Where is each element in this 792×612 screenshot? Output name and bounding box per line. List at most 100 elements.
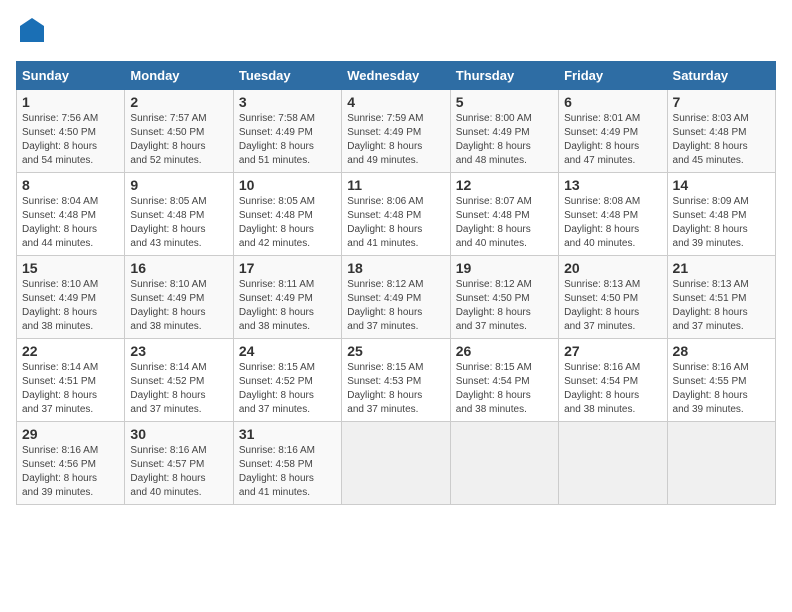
day-number: 5 <box>456 94 553 110</box>
calendar-day-cell: 21 Sunrise: 8:13 AM Sunset: 4:51 PM Dayli… <box>667 256 775 339</box>
day-info: Sunrise: 8:13 AM Sunset: 4:50 PM Dayligh… <box>564 278 661 334</box>
day-number: 20 <box>564 260 661 276</box>
day-number: 2 <box>130 94 227 110</box>
day-info: Sunrise: 8:08 AM Sunset: 4:48 PM Dayligh… <box>564 195 661 251</box>
calendar-day-cell: 30 Sunrise: 8:16 AM Sunset: 4:57 PM Dayli… <box>125 422 233 505</box>
day-info: Sunrise: 8:05 AM Sunset: 4:48 PM Dayligh… <box>239 195 336 251</box>
calendar-day-cell: 7Sunrise: 8:03 AM Sunset: 4:48 PM Daylig… <box>667 90 775 173</box>
day-number: 18 <box>347 260 444 276</box>
day-number: 26 <box>456 343 553 359</box>
calendar-week-row: 29 Sunrise: 8:16 AM Sunset: 4:56 PM Dayli… <box>17 422 776 505</box>
calendar-table: SundayMondayTuesdayWednesdayThursdayFrid… <box>16 61 776 505</box>
day-info: Sunrise: 8:06 AM Sunset: 4:48 PM Dayligh… <box>347 195 444 251</box>
day-number: 14 <box>673 177 770 193</box>
day-number: 29 <box>22 426 119 442</box>
calendar-day-cell: 12 Sunrise: 8:07 AM Sunset: 4:48 PM Dayli… <box>450 173 558 256</box>
day-number: 17 <box>239 260 336 276</box>
day-info: Sunrise: 7:56 AM Sunset: 4:50 PM Dayligh… <box>22 112 119 168</box>
day-info: Sunrise: 8:03 AM Sunset: 4:48 PM Dayligh… <box>673 112 770 168</box>
day-number: 28 <box>673 343 770 359</box>
day-number: 19 <box>456 260 553 276</box>
day-info: Sunrise: 8:14 AM Sunset: 4:52 PM Dayligh… <box>130 361 227 417</box>
day-info: Sunrise: 8:16 AM Sunset: 4:56 PM Dayligh… <box>22 444 119 500</box>
day-info: Sunrise: 8:05 AM Sunset: 4:48 PM Dayligh… <box>130 195 227 251</box>
calendar-day-cell: 15Sunrise: 8:10 AM Sunset: 4:49 PM Dayli… <box>17 256 125 339</box>
calendar-day-cell <box>450 422 558 505</box>
day-info: Sunrise: 8:14 AM Sunset: 4:51 PM Dayligh… <box>22 361 119 417</box>
day-info: Sunrise: 8:15 AM Sunset: 4:52 PM Dayligh… <box>239 361 336 417</box>
day-info: Sunrise: 8:10 AM Sunset: 4:49 PM Dayligh… <box>130 278 227 334</box>
day-number: 27 <box>564 343 661 359</box>
day-number: 1 <box>22 94 119 110</box>
page-header <box>16 16 776 49</box>
calendar-day-cell: 14 Sunrise: 8:09 AM Sunset: 4:48 PM Dayli… <box>667 173 775 256</box>
calendar-day-cell <box>667 422 775 505</box>
day-of-week-header: Monday <box>125 62 233 90</box>
day-number: 16 <box>130 260 227 276</box>
day-of-week-header: Saturday <box>667 62 775 90</box>
calendar-day-cell: 8Sunrise: 8:04 AM Sunset: 4:48 PM Daylig… <box>17 173 125 256</box>
day-info: Sunrise: 8:13 AM Sunset: 4:51 PM Dayligh… <box>673 278 770 334</box>
calendar-day-cell: 20 Sunrise: 8:13 AM Sunset: 4:50 PM Dayli… <box>559 256 667 339</box>
day-number: 4 <box>347 94 444 110</box>
calendar-day-cell: 3Sunrise: 7:58 AM Sunset: 4:49 PM Daylig… <box>233 90 341 173</box>
day-of-week-header: Wednesday <box>342 62 450 90</box>
day-info: Sunrise: 8:16 AM Sunset: 4:54 PM Dayligh… <box>564 361 661 417</box>
calendar-day-cell: 16 Sunrise: 8:10 AM Sunset: 4:49 PM Dayli… <box>125 256 233 339</box>
calendar-day-cell: 19 Sunrise: 8:12 AM Sunset: 4:50 PM Dayli… <box>450 256 558 339</box>
day-of-week-header: Sunday <box>17 62 125 90</box>
day-number: 21 <box>673 260 770 276</box>
day-number: 10 <box>239 177 336 193</box>
day-of-week-header: Thursday <box>450 62 558 90</box>
calendar-day-cell: 9 Sunrise: 8:05 AM Sunset: 4:48 PM Daylig… <box>125 173 233 256</box>
calendar-week-row: 22 Sunrise: 8:14 AM Sunset: 4:51 PM Dayli… <box>17 339 776 422</box>
day-info: Sunrise: 8:07 AM Sunset: 4:48 PM Dayligh… <box>456 195 553 251</box>
calendar-body: 1 Sunrise: 7:56 AM Sunset: 4:50 PM Daylig… <box>17 90 776 505</box>
day-number: 24 <box>239 343 336 359</box>
day-number: 9 <box>130 177 227 193</box>
calendar-day-cell: 10 Sunrise: 8:05 AM Sunset: 4:48 PM Dayli… <box>233 173 341 256</box>
day-number: 25 <box>347 343 444 359</box>
day-number: 13 <box>564 177 661 193</box>
calendar-day-cell: 4 Sunrise: 7:59 AM Sunset: 4:49 PM Daylig… <box>342 90 450 173</box>
day-number: 30 <box>130 426 227 442</box>
calendar-day-cell <box>342 422 450 505</box>
day-info: Sunrise: 8:00 AM Sunset: 4:49 PM Dayligh… <box>456 112 553 168</box>
day-info: Sunrise: 8:01 AM Sunset: 4:49 PM Dayligh… <box>564 112 661 168</box>
day-number: 31 <box>239 426 336 442</box>
day-info: Sunrise: 8:09 AM Sunset: 4:48 PM Dayligh… <box>673 195 770 251</box>
day-info: Sunrise: 8:12 AM Sunset: 4:50 PM Dayligh… <box>456 278 553 334</box>
calendar-day-cell: 24 Sunrise: 8:15 AM Sunset: 4:52 PM Dayli… <box>233 339 341 422</box>
day-info: Sunrise: 8:12 AM Sunset: 4:49 PM Dayligh… <box>347 278 444 334</box>
calendar-day-cell: 17 Sunrise: 8:11 AM Sunset: 4:49 PM Dayli… <box>233 256 341 339</box>
day-number: 12 <box>456 177 553 193</box>
day-info: Sunrise: 8:16 AM Sunset: 4:57 PM Dayligh… <box>130 444 227 500</box>
day-number: 15 <box>22 260 119 276</box>
day-info: Sunrise: 7:57 AM Sunset: 4:50 PM Dayligh… <box>130 112 227 168</box>
calendar-day-cell: 26 Sunrise: 8:15 AM Sunset: 4:54 PM Dayli… <box>450 339 558 422</box>
calendar-day-cell: 18 Sunrise: 8:12 AM Sunset: 4:49 PM Dayli… <box>342 256 450 339</box>
day-info: Sunrise: 7:58 AM Sunset: 4:49 PM Dayligh… <box>239 112 336 168</box>
day-info: Sunrise: 8:16 AM Sunset: 4:58 PM Dayligh… <box>239 444 336 500</box>
calendar-day-cell: 23Sunrise: 8:14 AM Sunset: 4:52 PM Dayli… <box>125 339 233 422</box>
calendar-day-cell: 5 Sunrise: 8:00 AM Sunset: 4:49 PM Daylig… <box>450 90 558 173</box>
calendar-day-cell: 6 Sunrise: 8:01 AM Sunset: 4:49 PM Daylig… <box>559 90 667 173</box>
calendar-day-cell: 22 Sunrise: 8:14 AM Sunset: 4:51 PM Dayli… <box>17 339 125 422</box>
calendar-day-cell: 2 Sunrise: 7:57 AM Sunset: 4:50 PM Daylig… <box>125 90 233 173</box>
calendar-day-cell: 11Sunrise: 8:06 AM Sunset: 4:48 PM Dayli… <box>342 173 450 256</box>
calendar-day-cell: 13 Sunrise: 8:08 AM Sunset: 4:48 PM Dayli… <box>559 173 667 256</box>
calendar-week-row: 8Sunrise: 8:04 AM Sunset: 4:48 PM Daylig… <box>17 173 776 256</box>
day-of-week-header: Friday <box>559 62 667 90</box>
day-info: Sunrise: 8:11 AM Sunset: 4:49 PM Dayligh… <box>239 278 336 334</box>
day-number: 6 <box>564 94 661 110</box>
logo-icon <box>18 16 46 44</box>
day-number: 22 <box>22 343 119 359</box>
day-info: Sunrise: 7:59 AM Sunset: 4:49 PM Dayligh… <box>347 112 444 168</box>
calendar-day-cell: 31 Sunrise: 8:16 AM Sunset: 4:58 PM Dayli… <box>233 422 341 505</box>
day-info: Sunrise: 8:16 AM Sunset: 4:55 PM Dayligh… <box>673 361 770 417</box>
day-info: Sunrise: 8:15 AM Sunset: 4:54 PM Dayligh… <box>456 361 553 417</box>
calendar-week-row: 15 Sunrise: 8:10 AM Sunset: 4:49 PM Dayli… <box>17 256 776 339</box>
calendar-day-cell: 29 Sunrise: 8:16 AM Sunset: 4:56 PM Dayli… <box>17 422 125 505</box>
day-number: 8 <box>22 177 119 193</box>
calendar-header-row: SundayMondayTuesdayWednesdayThursdayFrid… <box>17 62 776 90</box>
